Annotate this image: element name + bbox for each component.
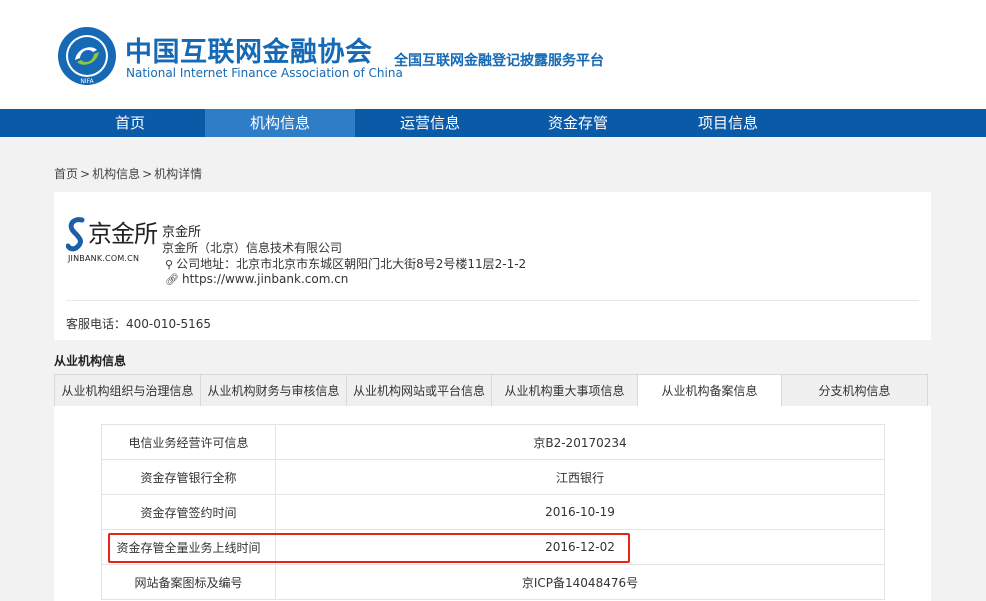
nav-item-project[interactable]: 项目信息 [653, 109, 803, 137]
breadcrumb-separator: > [142, 167, 153, 181]
breadcrumb-detail: 机构详情 [154, 167, 203, 181]
table-row: 资金存管银行全称 江西银行 [101, 459, 885, 495]
table-row: 资金存管全量业务上线时间 2016-12-02 [101, 529, 885, 565]
institution-website-text[interactable]: https://www.jinbank.com.cn [182, 272, 348, 286]
nifa-logo-text: NIFA [80, 78, 94, 85]
table-row: 资金存管签约时间 2016-10-19 [101, 494, 885, 530]
org-name-en: National Internet Finance Association of… [126, 66, 403, 80]
filing-table: 电信业务经营许可信息 京B2-20170234 资金存管银行全称 江西银行 资金… [101, 424, 885, 600]
breadcrumb: 首页 > 机构信息 > 机构详情 [54, 165, 202, 182]
site-header: NIFA 中国互联网金融协会 National Internet Finance… [0, 0, 986, 109]
location-pin-icon: ⚲ [165, 258, 174, 271]
table-cell-label: 网站备案图标及编号 [101, 564, 276, 600]
link-icon: 🔗︎ [165, 273, 179, 286]
institution-logo: 京金所 JINBANK.COM.CN [66, 214, 158, 264]
jinbank-s-icon [66, 217, 85, 252]
org-name-cn: 中国互联网金融协会 [125, 37, 373, 68]
institution-logo-name: 京金所 [88, 220, 158, 248]
nifa-logo-icon[interactable]: NIFA [57, 26, 117, 86]
table-cell-value: 江西银行 [275, 459, 885, 495]
institution-full-name: 京金所（北京）信息技术有限公司 [162, 241, 343, 255]
institution-short-name: 京金所 [162, 225, 202, 240]
divider [66, 300, 919, 301]
platform-title: 全国互联网金融登记披露服务平台 [394, 53, 604, 69]
breadcrumb-separator: > [80, 167, 91, 181]
tab-major-events[interactable]: 从业机构重大事项信息 [491, 374, 638, 407]
nav-item-operation[interactable]: 运营信息 [355, 109, 505, 137]
info-tabs: 从业机构组织与治理信息 从业机构财务与审核信息 从业机构网站或平台信息 从业机构… [54, 374, 928, 407]
institution-address: ⚲ 公司地址：北京市北京市东城区朝阳门北大街8号2号楼11层2-1-2 [165, 255, 526, 272]
institution-logo-domain: JINBANK.COM.CN [68, 254, 140, 263]
table-cell-value: 京ICP备14048476号 [275, 564, 885, 600]
nav-item-custody[interactable]: 资金存管 [503, 109, 653, 137]
breadcrumb-institution[interactable]: 机构信息 [92, 167, 140, 181]
tab-finance[interactable]: 从业机构财务与审核信息 [200, 374, 347, 407]
institution-card: 京金所 JINBANK.COM.CN 京金所 京金所（北京）信息技术有限公司 ⚲… [54, 192, 931, 340]
breadcrumb-home[interactable]: 首页 [54, 167, 78, 181]
institution-website[interactable]: 🔗︎ https://www.jinbank.com.cn [165, 272, 348, 286]
table-cell-value: 京B2-20170234 [275, 424, 885, 460]
table-cell-value: 2016-10-19 [275, 494, 885, 530]
tab-branches[interactable]: 分支机构信息 [781, 374, 928, 407]
main-nav: 首页 机构信息 运营信息 资金存管 项目信息 [0, 109, 986, 137]
tab-filing[interactable]: 从业机构备案信息 [637, 374, 782, 407]
institution-hotline: 客服电话：400-010-5165 [66, 317, 212, 331]
table-cell-label: 资金存管全量业务上线时间 [101, 529, 276, 565]
section-title: 从业机构信息 [54, 354, 127, 368]
table-cell-label: 资金存管签约时间 [101, 494, 276, 530]
nav-item-home[interactable]: 首页 [55, 109, 205, 137]
table-row: 网站备案图标及编号 京ICP备14048476号 [101, 564, 885, 600]
tab-website[interactable]: 从业机构网站或平台信息 [346, 374, 492, 407]
table-row: 电信业务经营许可信息 京B2-20170234 [101, 424, 885, 460]
table-cell-value: 2016-12-02 [275, 529, 885, 565]
institution-address-text: 公司地址：北京市北京市东城区朝阳门北大街8号2号楼11层2-1-2 [176, 257, 527, 271]
table-cell-label: 电信业务经营许可信息 [101, 424, 276, 460]
filing-panel: 电信业务经营许可信息 京B2-20170234 资金存管银行全称 江西银行 资金… [54, 406, 931, 601]
nav-item-institution[interactable]: 机构信息 [205, 109, 355, 137]
table-cell-label: 资金存管银行全称 [101, 459, 276, 495]
tab-governance[interactable]: 从业机构组织与治理信息 [54, 374, 201, 407]
